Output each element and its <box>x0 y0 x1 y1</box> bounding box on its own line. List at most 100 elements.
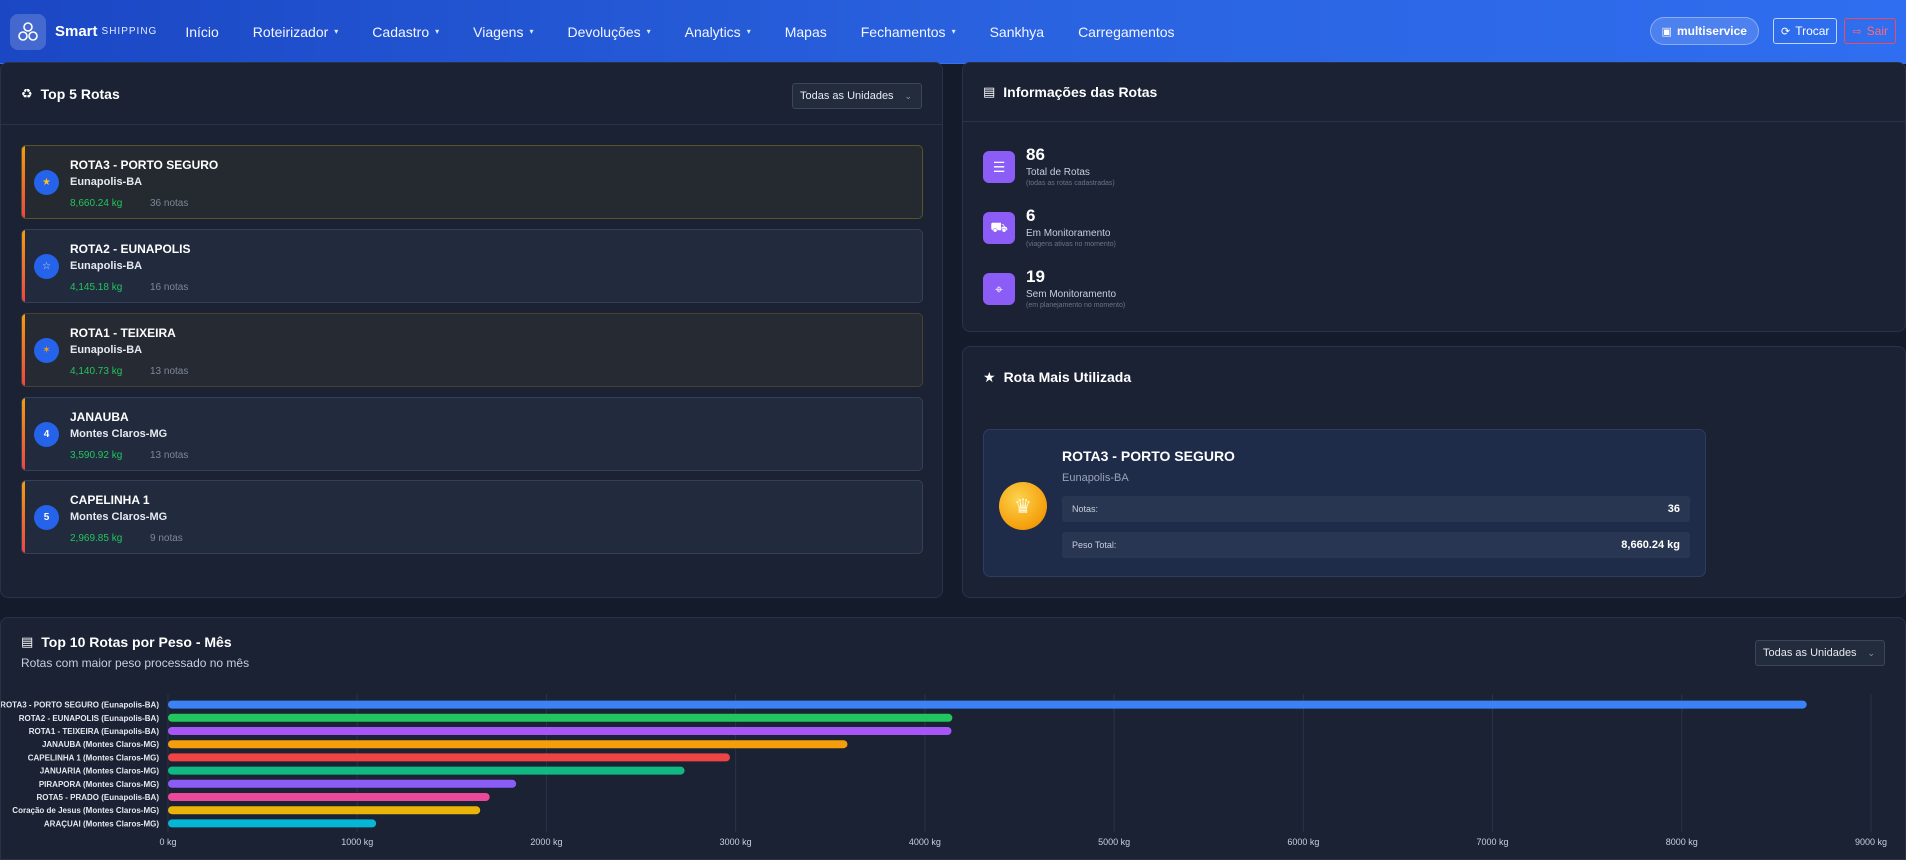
nav-right: ▣ multiservice ⟳ Trocar ⇨ Sair <box>1649 17 1896 45</box>
most-used-notes-row: Notas: 36 <box>1062 496 1690 522</box>
unit-name: multiservice <box>1676 24 1747 38</box>
nav-item-label: Analytics <box>684 23 741 40</box>
route-name: JANAUBA <box>70 410 129 424</box>
caret-down-icon: ▾ <box>529 27 534 36</box>
category-label: ARAÇUAI (Montes Claros-MG) <box>44 819 159 828</box>
category-label: JANAUBA (Montes Claros-MG) <box>42 740 159 749</box>
route-weight: 2,969.85 kg <box>70 533 123 544</box>
route-item-2[interactable]: ☆ ROTA2 - EUNAPOLIS Eunapolis-BA 4,145.18 k… <box>21 229 923 303</box>
nav-item-3[interactable]: Viagens ▾ <box>473 24 533 40</box>
stat-value: 19 <box>1026 267 1045 286</box>
most-used-card: ★ Rota Mais Utilizada ♛ ROTA3 - PORTO SE… <box>962 346 1906 598</box>
x-tick-label: 2000 kg <box>530 837 562 847</box>
category-label: JANUARIA (Montes Claros-MG) <box>40 767 160 776</box>
nav-item-label: Roteirizador <box>252 23 329 40</box>
switch-button[interactable]: ⟳ Trocar <box>1772 18 1838 44</box>
caret-down-icon: ▾ <box>951 27 956 36</box>
nav-item-9[interactable]: Carregamentos <box>1078 24 1175 40</box>
route-notes: 16 notas <box>150 282 189 293</box>
truck-icon: ⛟ <box>983 212 1015 244</box>
bar <box>168 806 481 815</box>
rank-badge: 5 <box>34 505 59 530</box>
route-accent-bar <box>22 481 25 553</box>
bar-chart-icon: ▤ <box>983 84 996 99</box>
bar <box>168 766 685 775</box>
x-tick-label: 6000 kg <box>1287 837 1319 847</box>
top10-bar-chart: 0 kg 1000 kg 2000 kg 3000 kg 4000 kg 5000 kg 6… <box>1 694 1887 847</box>
x-tick-label: 3000 kg <box>720 837 752 847</box>
nav-item-label: Devoluções <box>567 23 641 40</box>
top5-unit-select[interactable]: Todas as Unidades ⌄ <box>792 83 922 109</box>
top5-title: Top 5 Rotas <box>40 85 120 102</box>
nav-item-6[interactable]: Mapas <box>785 24 827 40</box>
route-item-1[interactable]: ★ ROTA3 - PORTO SEGURO Eunapolis-BA 8,660.2… <box>21 145 923 219</box>
category-label: CAPELINHA 1 (Montes Claros-MG) <box>28 753 160 762</box>
x-tick-label: 7000 kg <box>1477 837 1509 847</box>
logout-label: Sair <box>1866 24 1888 38</box>
route-accent-bar <box>22 314 25 386</box>
building-icon: ▣ <box>1661 25 1672 38</box>
stat-label: Em Monitoramento <box>1026 228 1111 239</box>
category-label: ROTA1 - TEIXEIRA (Eunapolis-BA) <box>29 727 160 736</box>
route-weight: 4,145.18 kg <box>70 282 123 293</box>
most-used-route-name: ROTA3 - PORTO SEGURO <box>1062 448 1235 464</box>
map-icon: ⌖ <box>983 273 1015 305</box>
category-label: PIRAPORA (Montes Claros-MG) <box>39 780 159 789</box>
route-item-3[interactable]: ✶ ROTA1 - TEIXEIRA Eunapolis-BA 4,140.73 kg… <box>21 313 923 387</box>
route-weight: 3,590.92 kg <box>70 450 123 461</box>
brand-logo-icon <box>10 13 46 50</box>
brand[interactable]: Smart SHIPPING <box>10 13 158 50</box>
most-used-route-city: Eunapolis-BA <box>1062 472 1129 484</box>
category-label: ROTA3 - PORTO SEGURO (Eunapolis-BA) <box>1 701 159 710</box>
caret-down-icon: ▾ <box>746 27 751 36</box>
top5-unit-select-value: Todas as Unidades <box>800 90 894 102</box>
nav-item-0[interactable]: Início <box>185 24 218 40</box>
list-icon: ☰ <box>983 151 1015 183</box>
route-item-5[interactable]: 5 CAPELINHA 1 Montes Claros-MG 2,969.85 kg 9… <box>21 480 923 554</box>
route-notes: 13 notas <box>150 450 189 461</box>
notes-label: Notas: <box>1072 504 1099 514</box>
nav-item-2[interactable]: Cadastro ▾ <box>372 24 439 40</box>
route-notes: 9 notas <box>150 533 183 544</box>
most-used-title: Rota Mais Utilizada <box>1003 369 1132 385</box>
caret-down-icon: ▾ <box>646 27 651 36</box>
caret-down-icon: ▾ <box>334 27 339 36</box>
route-city: Montes Claros-MG <box>70 428 168 440</box>
top-navbar: Smart SHIPPING Início Roteirizador ▾ Cadast… <box>0 0 1906 64</box>
medal-icon: ☆ <box>34 254 59 279</box>
unit-badge[interactable]: ▣ multiservice <box>1649 17 1759 45</box>
info-title: Informações das Rotas <box>1003 84 1158 100</box>
bar <box>168 793 490 801</box>
nav-item-5[interactable]: Analytics ▾ <box>685 24 751 40</box>
nav-item-label: Cadastro <box>372 23 430 40</box>
brand-sub: SHIPPING <box>101 26 158 37</box>
brand-name: Smart <box>55 23 98 40</box>
route-name: ROTA2 - EUNAPOLIS <box>70 242 191 256</box>
route-notes: 36 notas <box>150 198 189 209</box>
stat-label: Sem Monitoramento <box>1026 289 1117 300</box>
route-city: Eunapolis-BA <box>70 260 143 272</box>
nav-item-label: Viagens <box>473 23 524 40</box>
nav-item-4[interactable]: Devoluções ▾ <box>567 24 650 40</box>
x-tick-label: 4000 kg <box>909 837 941 847</box>
logout-button[interactable]: ⇨ Sair <box>1844 18 1896 44</box>
route-item-4[interactable]: 4 JANAUBA Montes Claros-MG 3,590.92 kg 13 no… <box>21 397 923 471</box>
caret-down-icon: ▾ <box>435 27 440 36</box>
category-label: Coração de Jesus (Montes Claros-MG) <box>12 806 159 815</box>
crown-icon: ♛ <box>999 482 1047 530</box>
nav-item-label: Início <box>185 23 219 40</box>
route-weight: 8,660.24 kg <box>70 198 123 209</box>
nav-item-1[interactable]: Roteirizador ▾ <box>253 24 339 40</box>
nav-item-7[interactable]: Fechamentos ▾ <box>861 24 956 40</box>
medal-icon: ★ <box>34 170 59 195</box>
nav-menu: Início Roteirizador ▾ Cadastro ▾ Viagens ▾ Devo… <box>185 24 1208 40</box>
nav-item-8[interactable]: Sankhya <box>990 24 1044 40</box>
route-accent-bar <box>22 398 25 470</box>
most-used-header: ★ Rota Mais Utilizada <box>963 347 1905 407</box>
nav-item-label: Mapas <box>784 23 827 40</box>
stat-sub: (todas as rotas cadastradas) <box>1026 180 1115 187</box>
info-card: ▤ Informações das Rotas ☰ 86 Total de Rota… <box>962 62 1906 332</box>
logout-icon: ⇨ <box>1852 25 1862 38</box>
switch-label: Trocar <box>1795 24 1830 38</box>
chart-card: ▤ Top 10 Rotas por Peso - Mês Rotas com … <box>0 617 1906 860</box>
